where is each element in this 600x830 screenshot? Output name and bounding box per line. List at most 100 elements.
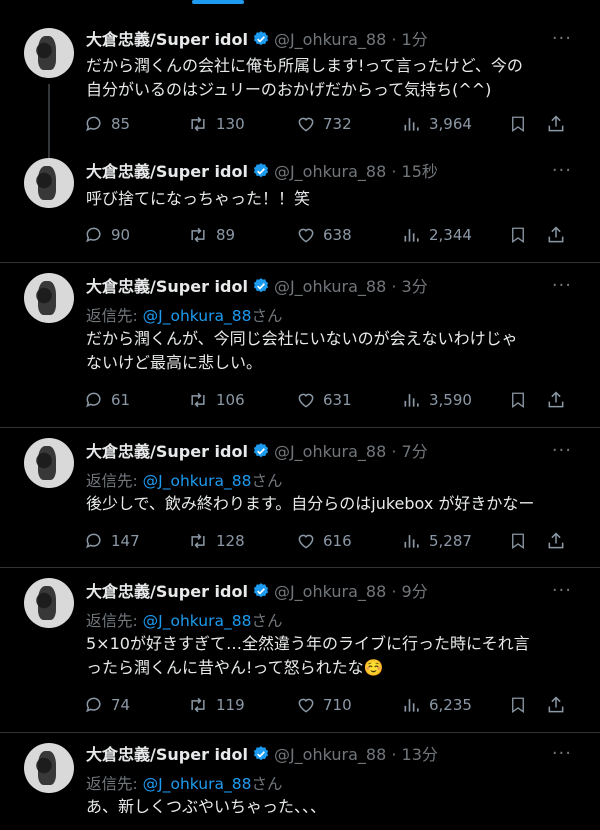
bookmark-icon: [509, 390, 527, 410]
like-button[interactable]: 710: [296, 695, 352, 715]
reply-mention-link[interactable]: @J_ohkura_88: [143, 612, 252, 630]
username[interactable]: @J_ohkura_88: [274, 442, 386, 461]
bookmark-icon: [509, 114, 527, 134]
tweet-text-line: あ、新しくつぶやいちゃった、、、: [86, 797, 327, 816]
display-name[interactable]: 大倉忠義/Super idol: [86, 582, 248, 601]
retweet-button[interactable]: 119: [187, 695, 245, 715]
tweet-header: 大倉忠義/Super idol @J_ohkura_88 · 15秒: [86, 162, 438, 185]
views-button[interactable]: 2,344: [402, 225, 472, 245]
timestamp[interactable]: 13分: [402, 745, 438, 764]
share-button[interactable]: [546, 225, 566, 245]
tweet-4[interactable]: 大倉忠義/Super idol @J_ohkura_88 · 7分 ··· 返信先…: [0, 427, 600, 568]
tweet-header: 大倉忠義/Super idol @J_ohkura_88 · 3分: [86, 277, 428, 300]
username[interactable]: @J_ohkura_88: [274, 277, 386, 296]
heart-icon: [296, 225, 316, 245]
username[interactable]: @J_ohkura_88: [274, 30, 386, 49]
more-options-icon[interactable]: ···: [552, 275, 572, 296]
retweet-button[interactable]: 89: [187, 225, 235, 245]
more-options-icon[interactable]: ···: [552, 580, 572, 601]
like-button[interactable]: 616: [296, 531, 352, 551]
like-button[interactable]: 631: [296, 390, 352, 410]
display-name[interactable]: 大倉忠義/Super idol: [86, 277, 248, 296]
like-button[interactable]: 638: [296, 225, 352, 245]
bookmark-button[interactable]: [509, 225, 527, 245]
bookmark-button[interactable]: [509, 390, 527, 410]
action-bar: 61 106 631 3,590: [84, 390, 574, 412]
timestamp[interactable]: 15秒: [402, 162, 438, 181]
reply-button[interactable]: 61: [84, 390, 130, 410]
reply-mention-link[interactable]: @J_ohkura_88: [143, 472, 252, 490]
views-button[interactable]: 3,964: [402, 114, 472, 134]
tweet-1[interactable]: 大倉忠義/Super idol @J_ohkura_88 · 1分 ··· だから…: [0, 12, 600, 178]
timestamp[interactable]: 1分: [402, 30, 428, 49]
avatar[interactable]: [24, 578, 74, 628]
verified-badge-icon: [252, 30, 270, 53]
reply-button[interactable]: 147: [84, 531, 140, 551]
reply-count: 147: [111, 532, 140, 550]
like-button[interactable]: 732: [296, 114, 352, 134]
reply-button[interactable]: 90: [84, 225, 130, 245]
action-bar: 147 128 616 5,287: [84, 531, 574, 553]
username[interactable]: @J_ohkura_88: [274, 162, 386, 181]
display-name[interactable]: 大倉忠義/Super idol: [86, 745, 248, 764]
share-icon: [546, 390, 566, 410]
username[interactable]: @J_ohkura_88: [274, 582, 386, 601]
reply-mention-link[interactable]: @J_ohkura_88: [143, 775, 252, 793]
more-options-icon[interactable]: ···: [552, 160, 572, 181]
like-count: 616: [323, 532, 352, 550]
retweet-count: 119: [216, 696, 245, 714]
separator: ·: [391, 442, 397, 461]
retweet-button[interactable]: 128: [187, 531, 245, 551]
tweet-text: だから潤くんの会社に俺も所属します!って言ったけど、今の 自分がいるのはジュリー…: [86, 54, 566, 102]
tweet-5[interactable]: 大倉忠義/Super idol @J_ohkura_88 · 9分 ··· 返信先…: [0, 567, 600, 733]
more-options-icon[interactable]: ···: [552, 28, 572, 49]
reply-suffix: さん: [251, 307, 283, 325]
tweet-6[interactable]: 大倉忠義/Super idol @J_ohkura_88 · 13分 ··· 返信…: [0, 732, 600, 830]
verified-badge-icon: [252, 162, 270, 185]
username[interactable]: @J_ohkura_88: [274, 745, 386, 764]
retweet-icon: [187, 225, 209, 245]
reply-prefix: 返信先:: [86, 612, 143, 630]
reply-prefix: 返信先:: [86, 775, 143, 793]
bookmark-button[interactable]: [509, 114, 527, 134]
reply-count: 90: [111, 226, 131, 244]
share-button[interactable]: [546, 390, 566, 410]
tweet-3[interactable]: 大倉忠義/Super idol @J_ohkura_88 · 3分 ··· 返信先…: [0, 262, 600, 428]
retweet-button[interactable]: 130: [187, 114, 245, 134]
timestamp[interactable]: 3分: [402, 277, 428, 296]
avatar[interactable]: [24, 273, 74, 323]
views-button[interactable]: 3,590: [402, 390, 472, 410]
reply-button[interactable]: 74: [84, 695, 130, 715]
separator: ·: [391, 162, 397, 181]
bookmark-button[interactable]: [509, 531, 527, 551]
display-name[interactable]: 大倉忠義/Super idol: [86, 30, 248, 49]
reply-mention-link[interactable]: @J_ohkura_88: [143, 307, 252, 325]
action-bar: 74 119 710 6,235: [84, 695, 574, 717]
tweet-text: 5×10が好きすぎて…全然違う年のライブに行った時にそれ言 ったら潤くんに昔やん…: [86, 632, 566, 680]
reply-button[interactable]: 85: [84, 114, 130, 134]
avatar[interactable]: [24, 158, 74, 208]
avatar[interactable]: [24, 438, 74, 488]
like-count: 710: [323, 696, 352, 714]
display-name[interactable]: 大倉忠義/Super idol: [86, 162, 248, 181]
more-options-icon[interactable]: ···: [552, 743, 572, 764]
display-name[interactable]: 大倉忠義/Super idol: [86, 442, 248, 461]
views-button[interactable]: 5,287: [402, 531, 472, 551]
tweet-2[interactable]: 大倉忠義/Super idol @J_ohkura_88 · 15秒 ··· 呼び…: [0, 150, 600, 262]
share-button[interactable]: [546, 531, 566, 551]
more-options-icon[interactable]: ···: [552, 440, 572, 461]
avatar[interactable]: [24, 743, 74, 793]
active-tab-indicator: [192, 0, 244, 4]
bookmark-button[interactable]: [509, 695, 527, 715]
timestamp[interactable]: 9分: [402, 582, 428, 601]
verified-badge-icon: [252, 277, 270, 300]
verified-badge-icon: [252, 442, 270, 465]
share-button[interactable]: [546, 114, 566, 134]
share-button[interactable]: [546, 695, 566, 715]
avatar[interactable]: [24, 28, 74, 78]
reply-icon: [84, 531, 104, 551]
timestamp[interactable]: 7分: [402, 442, 428, 461]
retweet-button[interactable]: 106: [187, 390, 245, 410]
views-button[interactable]: 6,235: [402, 695, 472, 715]
retweet-count: 89: [216, 226, 236, 244]
